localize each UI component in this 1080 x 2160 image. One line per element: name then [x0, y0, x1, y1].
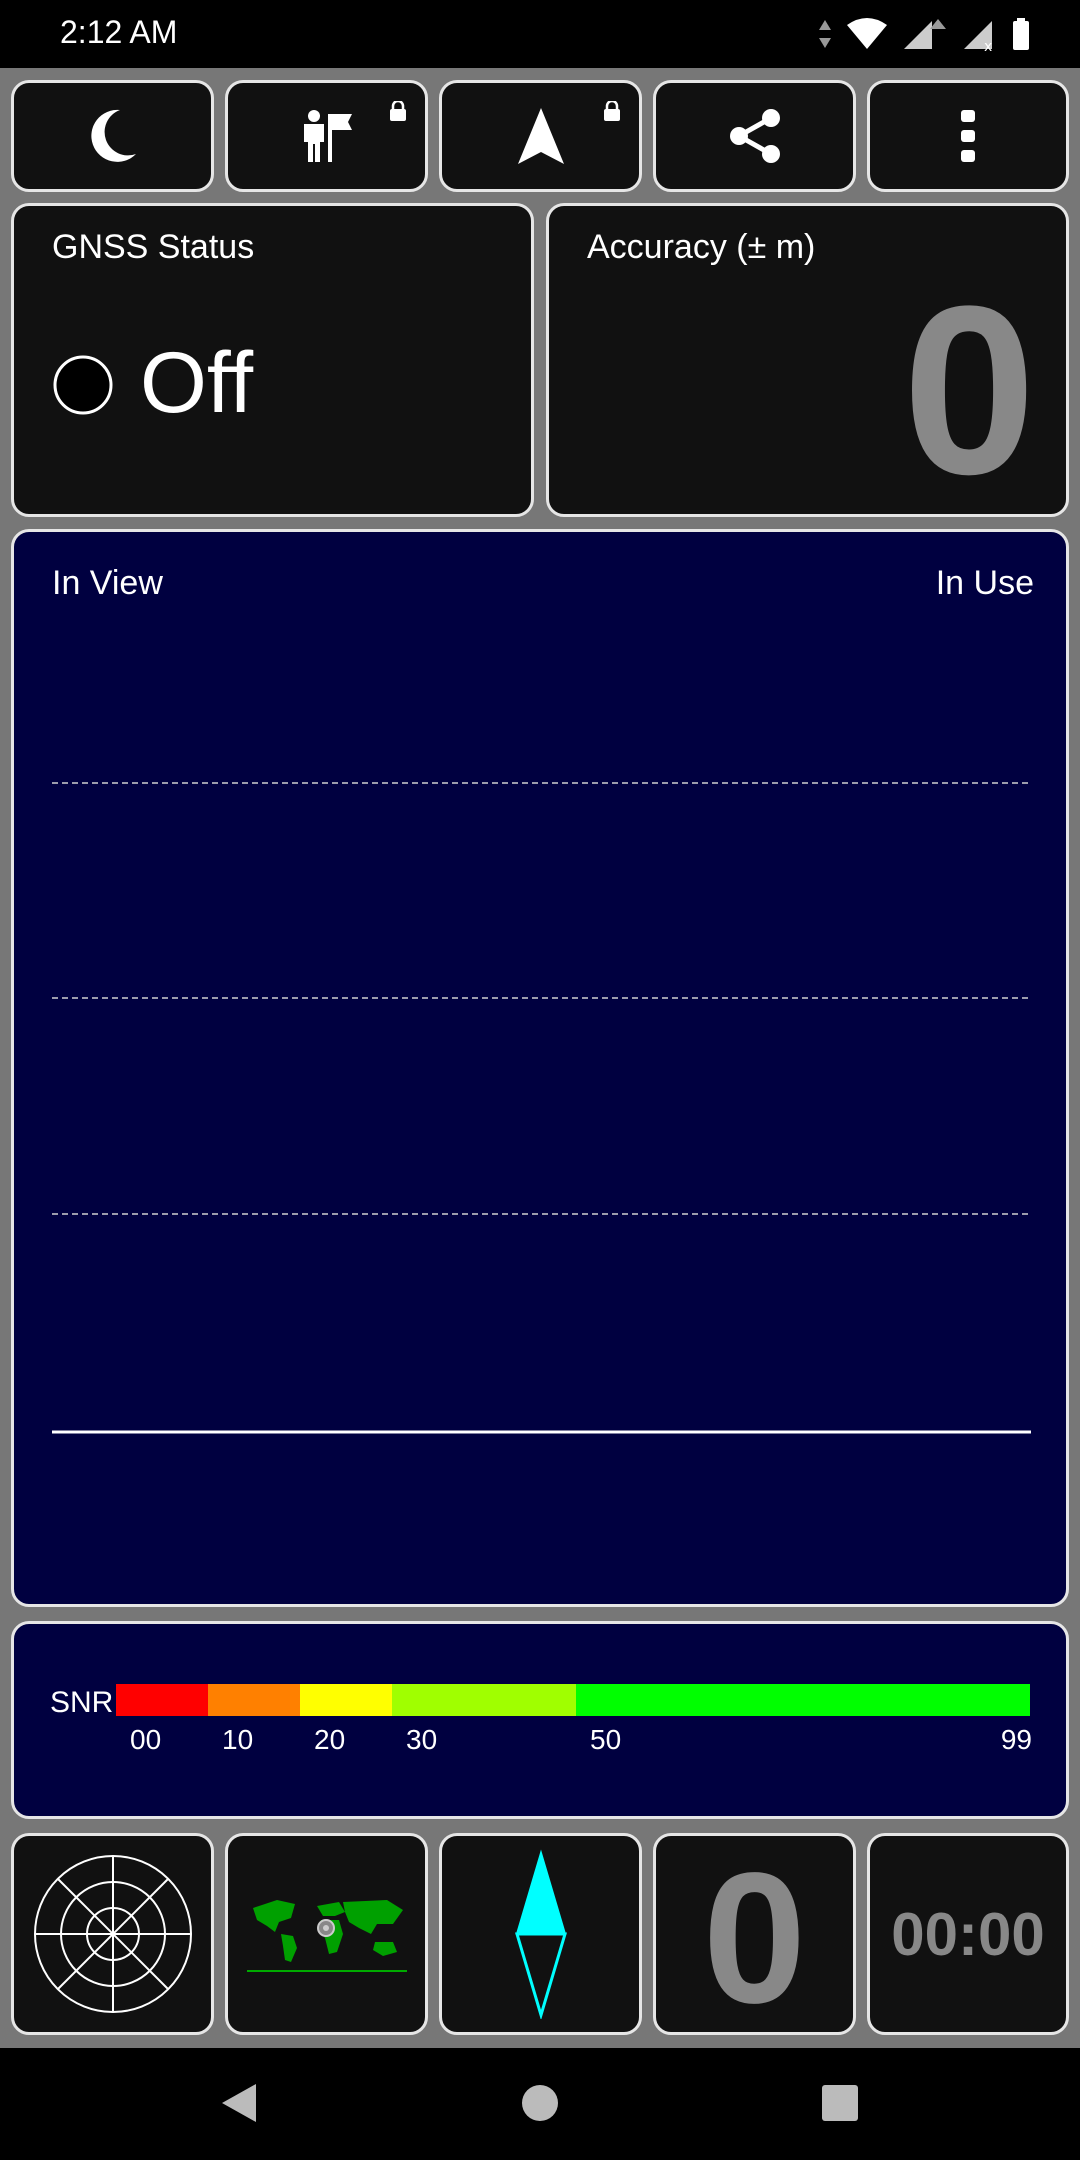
navigation-arrow-icon: [517, 108, 564, 164]
snr-legend-panel: SNR 00 10 20 30 50 99: [11, 1621, 1069, 1819]
gnss-status-value: Off: [140, 335, 254, 431]
snr-tick: 50: [590, 1724, 622, 1755]
snr-segment-orange: [208, 1684, 300, 1716]
signal-icon: [904, 19, 946, 49]
snr-tick: 99: [1000, 1724, 1032, 1755]
sky-plot-icon: [33, 1855, 192, 2013]
snr-segment-green: [576, 1684, 1030, 1716]
snr-segment-yellow: [300, 1684, 392, 1716]
snr-tick: 10: [222, 1724, 254, 1755]
satellites-count-tile[interactable]: 0: [653, 1833, 856, 2035]
share-icon: [729, 109, 780, 163]
satellite-chart-panel[interactable]: In View In Use: [11, 529, 1069, 1607]
more-options-button[interactable]: [867, 80, 1069, 192]
snr-label: SNR: [50, 1686, 114, 1719]
lock-icon: [604, 101, 620, 121]
person-flag-icon: [303, 110, 352, 162]
satellites-count: 0: [702, 1835, 807, 2042]
accuracy-panel[interactable]: Accuracy (± m) 0: [546, 203, 1069, 517]
compass-needle-icon: [514, 1849, 567, 2019]
home-icon[interactable]: [520, 2083, 560, 2123]
waypoint-button[interactable]: [225, 80, 428, 192]
clock: 2:12 AM: [60, 14, 178, 50]
battery-icon: [1013, 18, 1029, 50]
moon-icon: [90, 109, 136, 162]
chart-gridlines: [52, 782, 1031, 1434]
night-mode-button[interactable]: [11, 80, 214, 192]
snr-tick: 00: [130, 1724, 162, 1755]
world-map-icon: [246, 1900, 407, 1972]
snr-color-bar: [116, 1684, 1030, 1716]
navigation-bar: [0, 2048, 1080, 2160]
compass-tile[interactable]: [439, 1833, 642, 2035]
sky-plot-tile[interactable]: [11, 1833, 214, 2035]
gnss-status-title: GNSS Status: [52, 228, 255, 266]
snr-tick: 30: [406, 1724, 438, 1755]
signal-no-service-icon: x: [964, 21, 992, 51]
recents-icon[interactable]: [820, 2083, 860, 2123]
accuracy-title: Accuracy (± m): [587, 228, 816, 266]
lock-icon: [390, 101, 406, 121]
status-indicator-icon: [53, 355, 113, 415]
svg-text:x: x: [984, 39, 992, 51]
timer-value: 00:00: [891, 1900, 1045, 1968]
gnss-status-panel[interactable]: GNSS Status Off: [11, 203, 534, 517]
world-map-tile[interactable]: [225, 1833, 428, 2035]
timer-tile[interactable]: 00:00: [867, 1833, 1069, 2035]
snr-tick: 20: [314, 1724, 346, 1755]
share-button[interactable]: [653, 80, 856, 192]
status-bar: 2:12 AM x: [0, 0, 1080, 68]
navigate-button[interactable]: [439, 80, 642, 192]
accuracy-value: 0: [902, 256, 1036, 524]
wifi-icon: [847, 18, 887, 49]
snr-segment-lime: [392, 1684, 576, 1716]
snr-ticks: 00 10 20 30 50 99: [116, 1724, 1032, 1760]
data-arrows-icon: [819, 20, 831, 48]
more-vertical-icon: [961, 110, 975, 162]
snr-segment-red: [116, 1684, 208, 1716]
status-icons: x: [818, 12, 1030, 56]
back-icon[interactable]: [218, 2082, 260, 2124]
